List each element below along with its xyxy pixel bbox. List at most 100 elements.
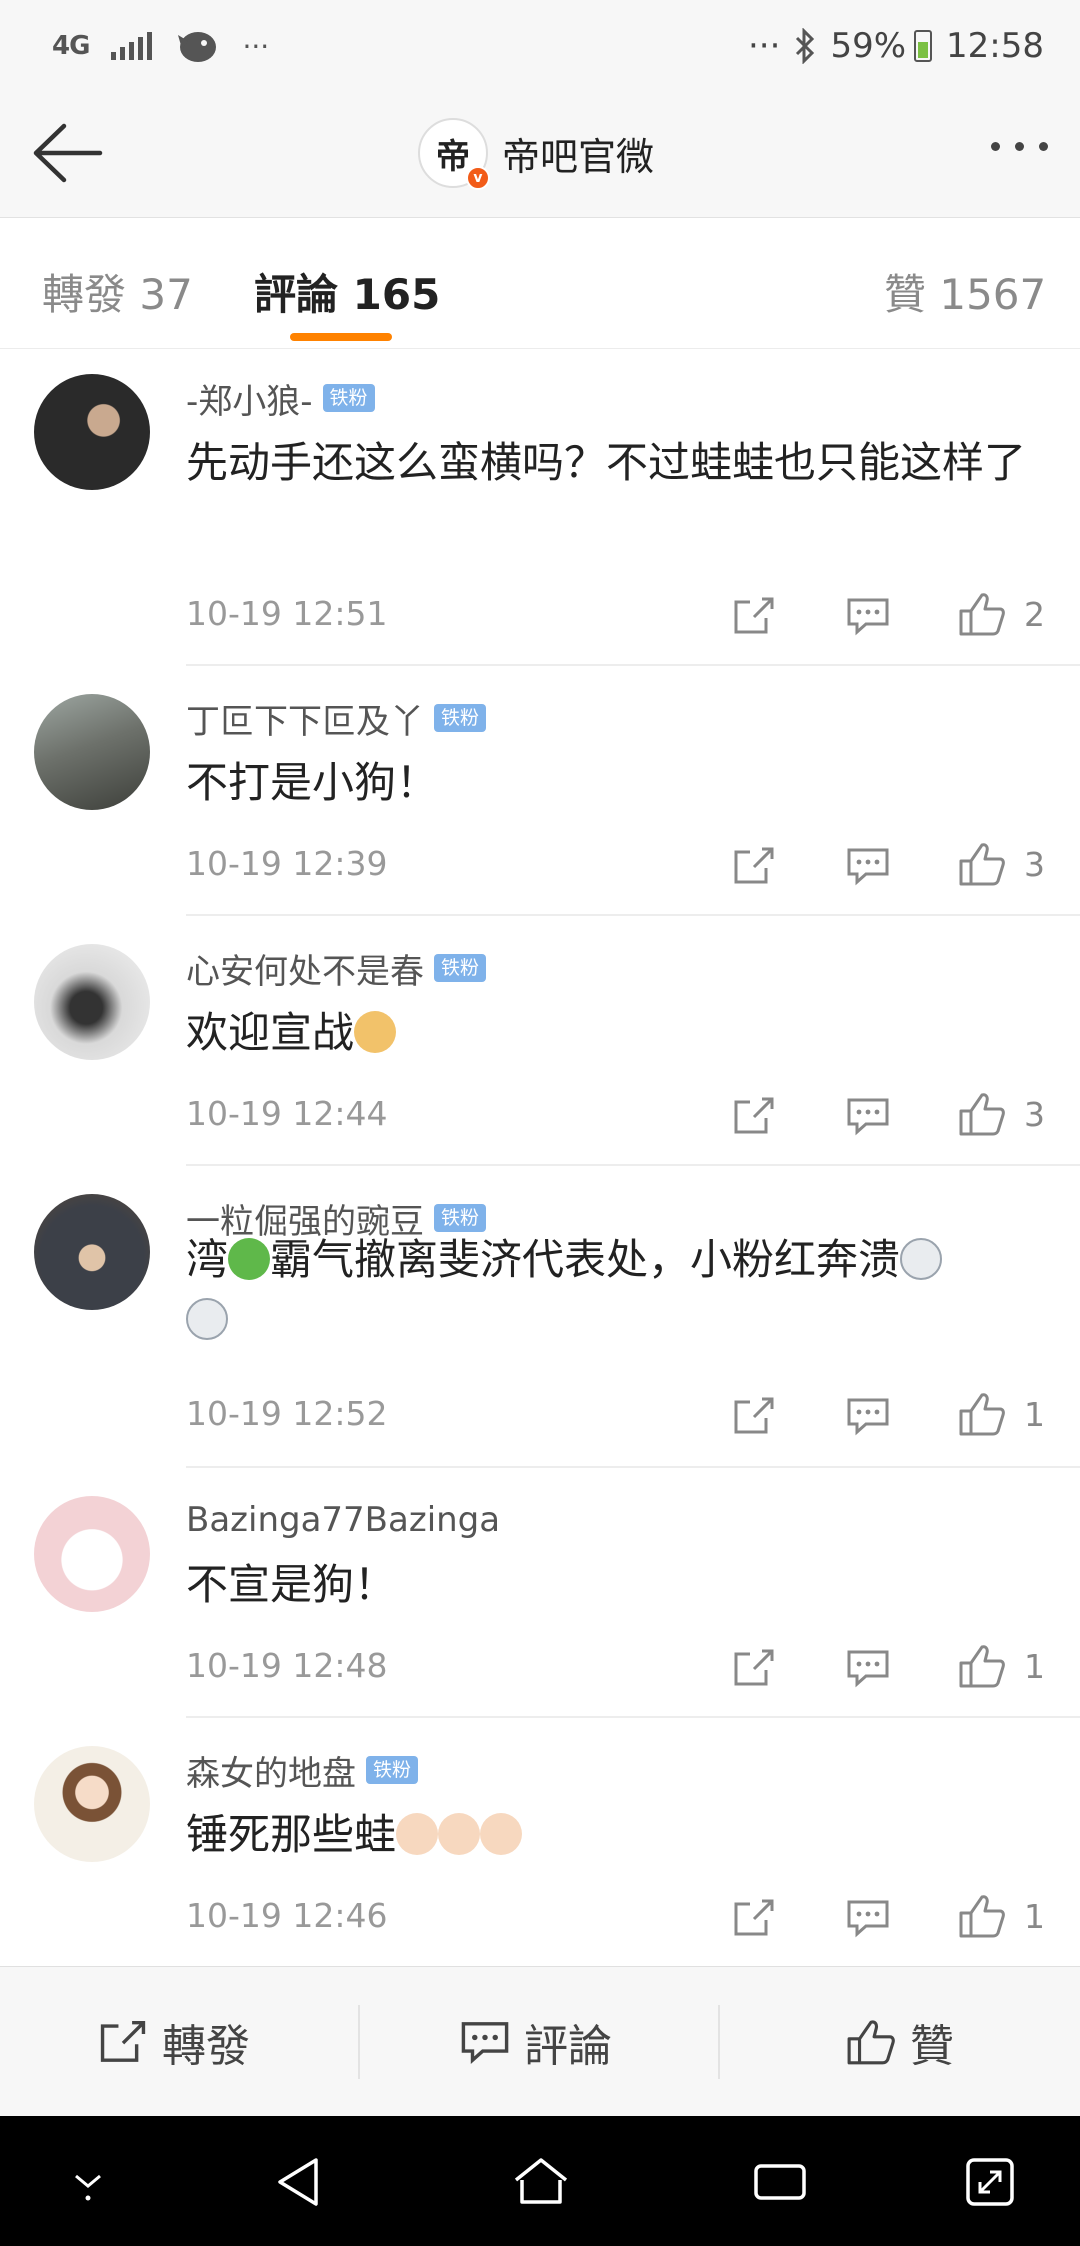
page-title: 帝吧官微: [502, 134, 655, 179]
repost-icon[interactable]: [732, 1646, 776, 1690]
verified-icon: v: [466, 166, 490, 190]
home-icon[interactable]: [510, 2154, 572, 2210]
avatar[interactable]: [34, 1194, 150, 1310]
like-button[interactable]: 3: [958, 1092, 1045, 1136]
avatar[interactable]: [34, 944, 150, 1060]
comment-author[interactable]: 丁叵下下叵及丫 铁粉: [186, 696, 487, 742]
like-count: 1: [1024, 1896, 1045, 1936]
reply-icon[interactable]: [846, 1394, 890, 1438]
bluetooth-icon: [796, 28, 815, 64]
comment-button[interactable]: 評論: [460, 1967, 612, 2117]
fan-badge: 铁粉: [322, 384, 375, 412]
thumbs-up-icon: [959, 843, 1005, 886]
status-bar: 4G ··· ··· 59% 12:58: [0, 0, 1080, 90]
comment-time: 10-19 12:52: [186, 1394, 388, 1433]
comment-author[interactable]: 森女的地盘 铁粉: [186, 1748, 419, 1794]
shocked-emoji-icon: [186, 1298, 228, 1340]
back-icon[interactable]: [272, 2154, 324, 2210]
like-button[interactable]: 1: [958, 1894, 1045, 1938]
tab-bar: 轉發 37 評論 165 贊 1567: [0, 219, 1080, 349]
comment-time: 10-19 12:44: [186, 1094, 388, 1133]
like-button[interactable]: 1: [958, 1644, 1045, 1688]
comment-text: 先动手还这么蛮横吗？不过蛙蛙也只能这样了: [186, 438, 1027, 487]
doge-emoji-icon: [354, 1011, 397, 1053]
like-count: 1: [1024, 1646, 1045, 1686]
tab-comments[interactable]: 評論 165: [254, 261, 440, 322]
fan-badge: 铁粉: [434, 1204, 487, 1232]
repost-button[interactable]: 轉發: [98, 1967, 250, 2117]
comment-author[interactable]: -郑小狼- 铁粉: [186, 376, 375, 422]
comment-author[interactable]: Bazinga77Bazinga: [186, 1498, 500, 1542]
comment-item: Bazinga77Bazinga 不宣是狗！ 10-19 12:48 1: [0, 1468, 1080, 1718]
comment-item: -郑小狼- 铁粉 先动手还这么蛮横吗？不过蛙蛙也只能这样了 10-19 12:5…: [0, 350, 1080, 666]
comment-time: 10-19 12:51: [186, 594, 388, 633]
comment-item: 丁叵下下叵及丫 铁粉 不打是小狗！ 10-19 12:39 3: [0, 666, 1080, 916]
thumbs-up-icon: [959, 593, 1005, 636]
comment-text: 湾霸气撤离斐济代表处，小粉红奔溃: [186, 1230, 1056, 1350]
more-notifications: ···: [242, 29, 270, 63]
comment-text: 不宣是狗！: [186, 1560, 397, 1609]
comment-item: 一粒倔强的豌豆 铁粉 湾霸气撤离斐济代表处，小粉红奔溃 10-19 12:52 …: [0, 1166, 1080, 1468]
system-nav-bar: [0, 2116, 1080, 2246]
thumbs-up-icon: [959, 1895, 1005, 1938]
comment-item: 森女的地盘 铁粉 锤死那些蛙 10-19 12:46 1: [0, 1718, 1080, 1966]
repost-icon: [100, 2020, 146, 2062]
more-options-icon[interactable]: [991, 142, 1048, 151]
notification-app-icon: [178, 32, 217, 62]
network-type: 4G: [52, 31, 90, 61]
fan-badge: 铁粉: [434, 954, 487, 982]
repost-icon[interactable]: [732, 1896, 776, 1940]
reply-icon[interactable]: [846, 844, 890, 888]
fan-badge: 铁粉: [434, 704, 487, 732]
thumbs-up-icon: [847, 2020, 895, 2065]
battery-icon: [914, 30, 933, 62]
repost-icon[interactable]: [732, 844, 776, 888]
clap-emoji-icon: [438, 1813, 481, 1855]
repost-icon[interactable]: [732, 1094, 776, 1138]
avatar[interactable]: [34, 1496, 150, 1612]
account-avatar: 帝 v: [418, 118, 490, 190]
shocked-emoji-icon: [900, 1238, 943, 1280]
battery-percent: 59%: [830, 26, 907, 66]
comment-icon: [461, 2022, 509, 2064]
reply-icon[interactable]: [846, 1896, 890, 1940]
active-tab-indicator: [290, 333, 392, 341]
recent-apps-icon[interactable]: [752, 2154, 808, 2210]
expand-icon[interactable]: [962, 2154, 1018, 2210]
reply-icon[interactable]: [846, 594, 890, 638]
thumbs-up-icon: [959, 1093, 1005, 1136]
comment-time: 10-19 12:48: [186, 1646, 388, 1685]
avatar[interactable]: [34, 374, 150, 490]
bottom-action-bar: 轉發 評論 贊: [0, 1966, 1080, 2116]
tab-reposts[interactable]: 轉發 37: [42, 261, 193, 322]
thumbs-up-icon: [959, 1645, 1005, 1688]
comment-time: 10-19 12:46: [186, 1896, 388, 1935]
tab-likes[interactable]: 贊 1567: [884, 261, 1046, 322]
avatar[interactable]: [34, 694, 150, 810]
comment-author[interactable]: 心安何处不是春 铁粉: [186, 946, 487, 992]
like-count: 1: [1024, 1394, 1045, 1434]
more-status: ···: [748, 26, 781, 66]
comment-text: 欢迎宣战: [186, 996, 1056, 1070]
comment-time: 10-19 12:39: [186, 844, 388, 883]
like-button[interactable]: 1: [958, 1392, 1045, 1436]
avatar[interactable]: [34, 1746, 150, 1862]
signal-icon: [111, 32, 153, 60]
frog-emoji-icon: [228, 1238, 271, 1280]
like-button[interactable]: 2: [958, 592, 1045, 636]
repost-icon[interactable]: [732, 594, 776, 638]
reply-icon[interactable]: [846, 1646, 890, 1690]
divider: [718, 2005, 720, 2079]
hide-keyboard-icon[interactable]: [64, 2154, 112, 2210]
back-arrow-icon[interactable]: [28, 120, 104, 186]
comment-text: 锤死那些蛙: [186, 1798, 1056, 1872]
comment-item: 心安何处不是春 铁粉 欢迎宣战 10-19 12:44 3: [0, 916, 1080, 1166]
clap-emoji-icon: [480, 1813, 523, 1855]
comment-text: 不打是小狗！: [186, 758, 439, 807]
account-title[interactable]: 帝 v 帝吧官微: [418, 118, 655, 190]
like-count: 2: [1024, 594, 1045, 634]
repost-icon[interactable]: [732, 1394, 776, 1438]
like-button[interactable]: 3: [958, 842, 1045, 886]
reply-icon[interactable]: [846, 1094, 890, 1138]
like-post-button[interactable]: 贊: [846, 1967, 954, 2117]
